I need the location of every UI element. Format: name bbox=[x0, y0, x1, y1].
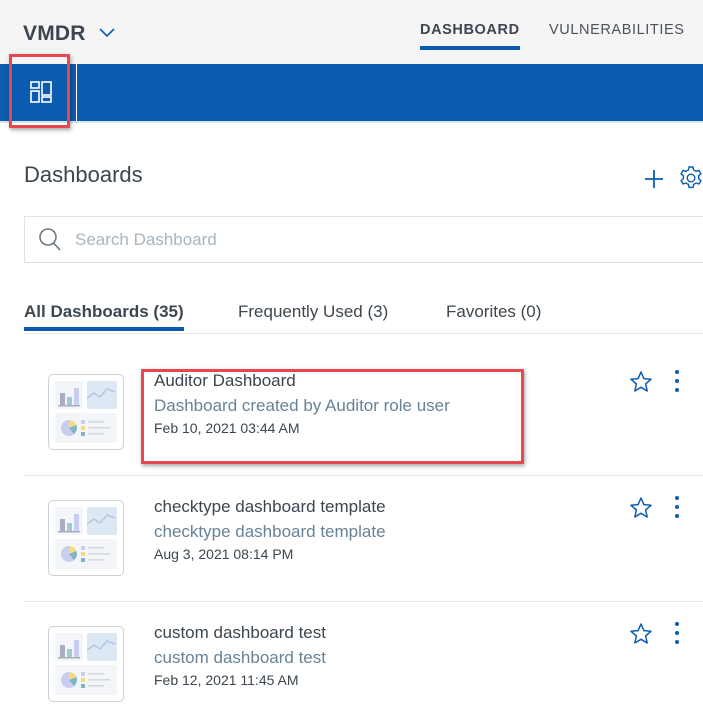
search-box bbox=[24, 216, 703, 263]
top-header: VMDR DASHBOARD VULNERABILITIES bbox=[0, 0, 703, 64]
dashboard-list-item[interactable]: custom dashboard test custom dashboard t… bbox=[0, 602, 703, 728]
annotation-highlight-box bbox=[141, 369, 524, 464]
dashboard-title[interactable]: checktype dashboard template bbox=[154, 497, 386, 517]
toolbar-divider bbox=[76, 64, 77, 121]
app-title: VMDR bbox=[23, 22, 86, 45]
dashboard-description: checktype dashboard template bbox=[154, 522, 386, 541]
dashboard-description: custom dashboard test bbox=[154, 648, 326, 667]
dashboard-layout-icon bbox=[30, 81, 52, 103]
dashboard-thumbnail bbox=[48, 374, 124, 450]
search-input[interactable] bbox=[73, 229, 677, 251]
dashboard-thumbnail-icon bbox=[55, 381, 117, 443]
dashboard-date: Aug 3, 2021 08:14 PM bbox=[154, 546, 294, 562]
toolbar bbox=[0, 64, 703, 123]
tab-favorites[interactable]: Favorites (0) bbox=[446, 302, 541, 322]
more-options-icon[interactable] bbox=[671, 494, 683, 520]
dashboard-title[interactable]: custom dashboard test bbox=[154, 623, 326, 643]
nav-tab-vulnerabilities[interactable]: VULNERABILITIES bbox=[549, 22, 685, 38]
dashboard-thumbnail-icon bbox=[55, 507, 117, 569]
star-icon[interactable] bbox=[629, 622, 653, 646]
nav-tab-dashboard[interactable]: DASHBOARD bbox=[420, 22, 520, 50]
tab-frequently-used[interactable]: Frequently Used (3) bbox=[238, 302, 388, 322]
star-icon[interactable] bbox=[629, 370, 653, 394]
dashboard-thumbnail-icon bbox=[55, 633, 117, 695]
tabs-divider bbox=[24, 333, 703, 334]
tab-all-dashboards[interactable]: All Dashboards (35) bbox=[24, 302, 184, 331]
more-options-icon[interactable] bbox=[671, 368, 683, 394]
dashboard-thumbnail bbox=[48, 500, 124, 576]
dashboard-thumbnail bbox=[48, 626, 124, 702]
plus-icon[interactable] bbox=[643, 168, 665, 190]
chevron-down-icon[interactable] bbox=[98, 25, 116, 39]
star-icon[interactable] bbox=[629, 496, 653, 520]
dashboard-list-item[interactable]: checktype dashboard template checktype d… bbox=[0, 476, 703, 602]
search-icon bbox=[39, 228, 61, 251]
more-options-icon[interactable] bbox=[671, 620, 683, 646]
gear-icon[interactable] bbox=[678, 165, 703, 191]
dashboard-view-button[interactable] bbox=[9, 54, 70, 128]
dashboard-date: Feb 12, 2021 11:45 AM bbox=[154, 672, 299, 688]
panel-title: Dashboards bbox=[24, 162, 143, 187]
